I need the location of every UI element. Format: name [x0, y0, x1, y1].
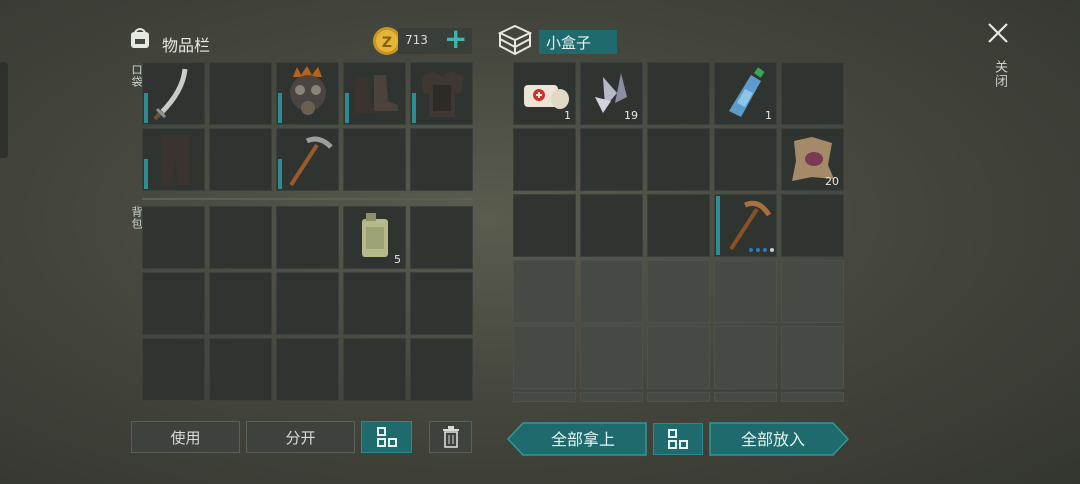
backpack-slot[interactable]	[209, 206, 272, 269]
box-slot-locked	[647, 260, 710, 323]
box-slot-locked	[781, 260, 844, 323]
box-slot-locked	[714, 326, 777, 389]
pocket-slot[interactable]	[410, 128, 473, 191]
use-button[interactable]: 使用	[131, 421, 240, 453]
box-slot-locked	[513, 326, 576, 389]
pocket-slot[interactable]	[209, 62, 272, 125]
box-slot-locked	[513, 260, 576, 323]
pocket-slot[interactable]	[343, 128, 406, 191]
box-slot[interactable]	[513, 128, 576, 191]
gas-mask-icon	[290, 66, 326, 115]
box-icon	[498, 24, 532, 56]
box-slot[interactable]	[647, 194, 710, 257]
split-button[interactable]: 分开	[246, 421, 355, 453]
box-slot[interactable]	[647, 128, 710, 191]
put-all-label: 全部放入	[741, 430, 805, 449]
pocket-slot-pickaxe[interactable]	[276, 128, 339, 191]
pocket-slot-gas-mask[interactable]	[276, 62, 339, 125]
backpack-slot[interactable]	[142, 338, 205, 401]
trash-icon	[442, 426, 459, 448]
backpack-slot[interactable]	[209, 338, 272, 401]
backpack-slot[interactable]	[343, 272, 406, 335]
put-all-button[interactable]: 全部放入	[709, 422, 849, 456]
box-slot-locked	[714, 260, 777, 323]
backpack-slot[interactable]	[276, 272, 339, 335]
backpack-slot[interactable]	[410, 206, 473, 269]
side-handle[interactable]	[0, 62, 8, 158]
boots-icon	[354, 75, 398, 113]
add-coins-icon[interactable]: +	[444, 24, 467, 54]
box-slot-crystal-shards[interactable]: 19	[580, 62, 643, 125]
backpack-slot[interactable]	[410, 272, 473, 335]
box-slot[interactable]	[513, 194, 576, 257]
backpack-slot[interactable]	[410, 338, 473, 401]
box-slot[interactable]	[781, 194, 844, 257]
box-slot-locked	[580, 392, 643, 402]
box-slot-locked	[714, 392, 777, 402]
box-slot-locked	[580, 260, 643, 323]
sort-grid-icon	[668, 429, 688, 449]
sort-grid-icon	[376, 427, 397, 447]
box-name: 小盒子	[539, 30, 617, 54]
item-count: 1	[564, 109, 571, 122]
backpack-slot[interactable]	[142, 272, 205, 335]
item-count: 19	[624, 109, 638, 122]
item-count: 5	[394, 253, 401, 266]
pocket-slot-sword[interactable]	[142, 62, 205, 125]
box-slot-locked	[781, 326, 844, 389]
sort-button[interactable]	[361, 421, 412, 453]
pocket-slot[interactable]	[209, 128, 272, 191]
sword-icon	[153, 68, 188, 121]
trash-button[interactable]	[429, 421, 472, 453]
box-slot[interactable]	[714, 128, 777, 191]
backpack-slot[interactable]	[343, 338, 406, 401]
close-label[interactable]: 关闭	[990, 60, 1009, 88]
box-slot[interactable]	[580, 128, 643, 191]
pocket-slot-armor[interactable]	[410, 62, 473, 125]
coin-counter: 713 +	[398, 24, 472, 54]
coin-amount: 713	[405, 33, 428, 47]
box-slot-locked	[647, 326, 710, 389]
box-slot-bandage[interactable]: 1	[513, 62, 576, 125]
inventory-title: 物品栏	[162, 36, 211, 55]
item-count: 1	[765, 109, 772, 122]
box-slot-locked	[781, 392, 844, 402]
backpack-slot[interactable]	[276, 206, 339, 269]
take-all-label: 全部拿上	[551, 430, 615, 449]
box-slot[interactable]	[580, 194, 643, 257]
close-icon[interactable]	[987, 22, 1009, 44]
pickaxe-icon	[289, 136, 333, 187]
item-count: 20	[825, 175, 839, 188]
box-slot[interactable]	[781, 62, 844, 125]
backpack-slot[interactable]	[209, 272, 272, 335]
quality-dots	[749, 248, 774, 252]
backpack-slot[interactable]	[276, 338, 339, 401]
box-slot-locked	[647, 392, 710, 402]
backpack-icon	[131, 28, 149, 48]
box-slot-water-bottle[interactable]: 1	[714, 62, 777, 125]
box-slot-pickaxe[interactable]	[714, 194, 777, 257]
backpack-slot-fuel-can[interactable]: 5	[343, 206, 406, 269]
backpack-slot[interactable]	[142, 206, 205, 269]
box-slot[interactable]	[647, 62, 710, 125]
box-sort-button[interactable]	[653, 423, 703, 455]
pants-icon	[161, 135, 189, 185]
box-slot-locked	[513, 392, 576, 402]
svg-text:Z: Z	[382, 35, 392, 51]
section-divider	[142, 198, 472, 200]
pocket-slot-pants[interactable]	[142, 128, 205, 191]
box-slot-locked	[580, 326, 643, 389]
body-armor-icon	[421, 71, 463, 117]
box-slot-leather-hide[interactable]: 20	[781, 128, 844, 191]
take-all-button[interactable]: 全部拿上	[507, 422, 647, 456]
pocket-slot-boots[interactable]	[343, 62, 406, 125]
